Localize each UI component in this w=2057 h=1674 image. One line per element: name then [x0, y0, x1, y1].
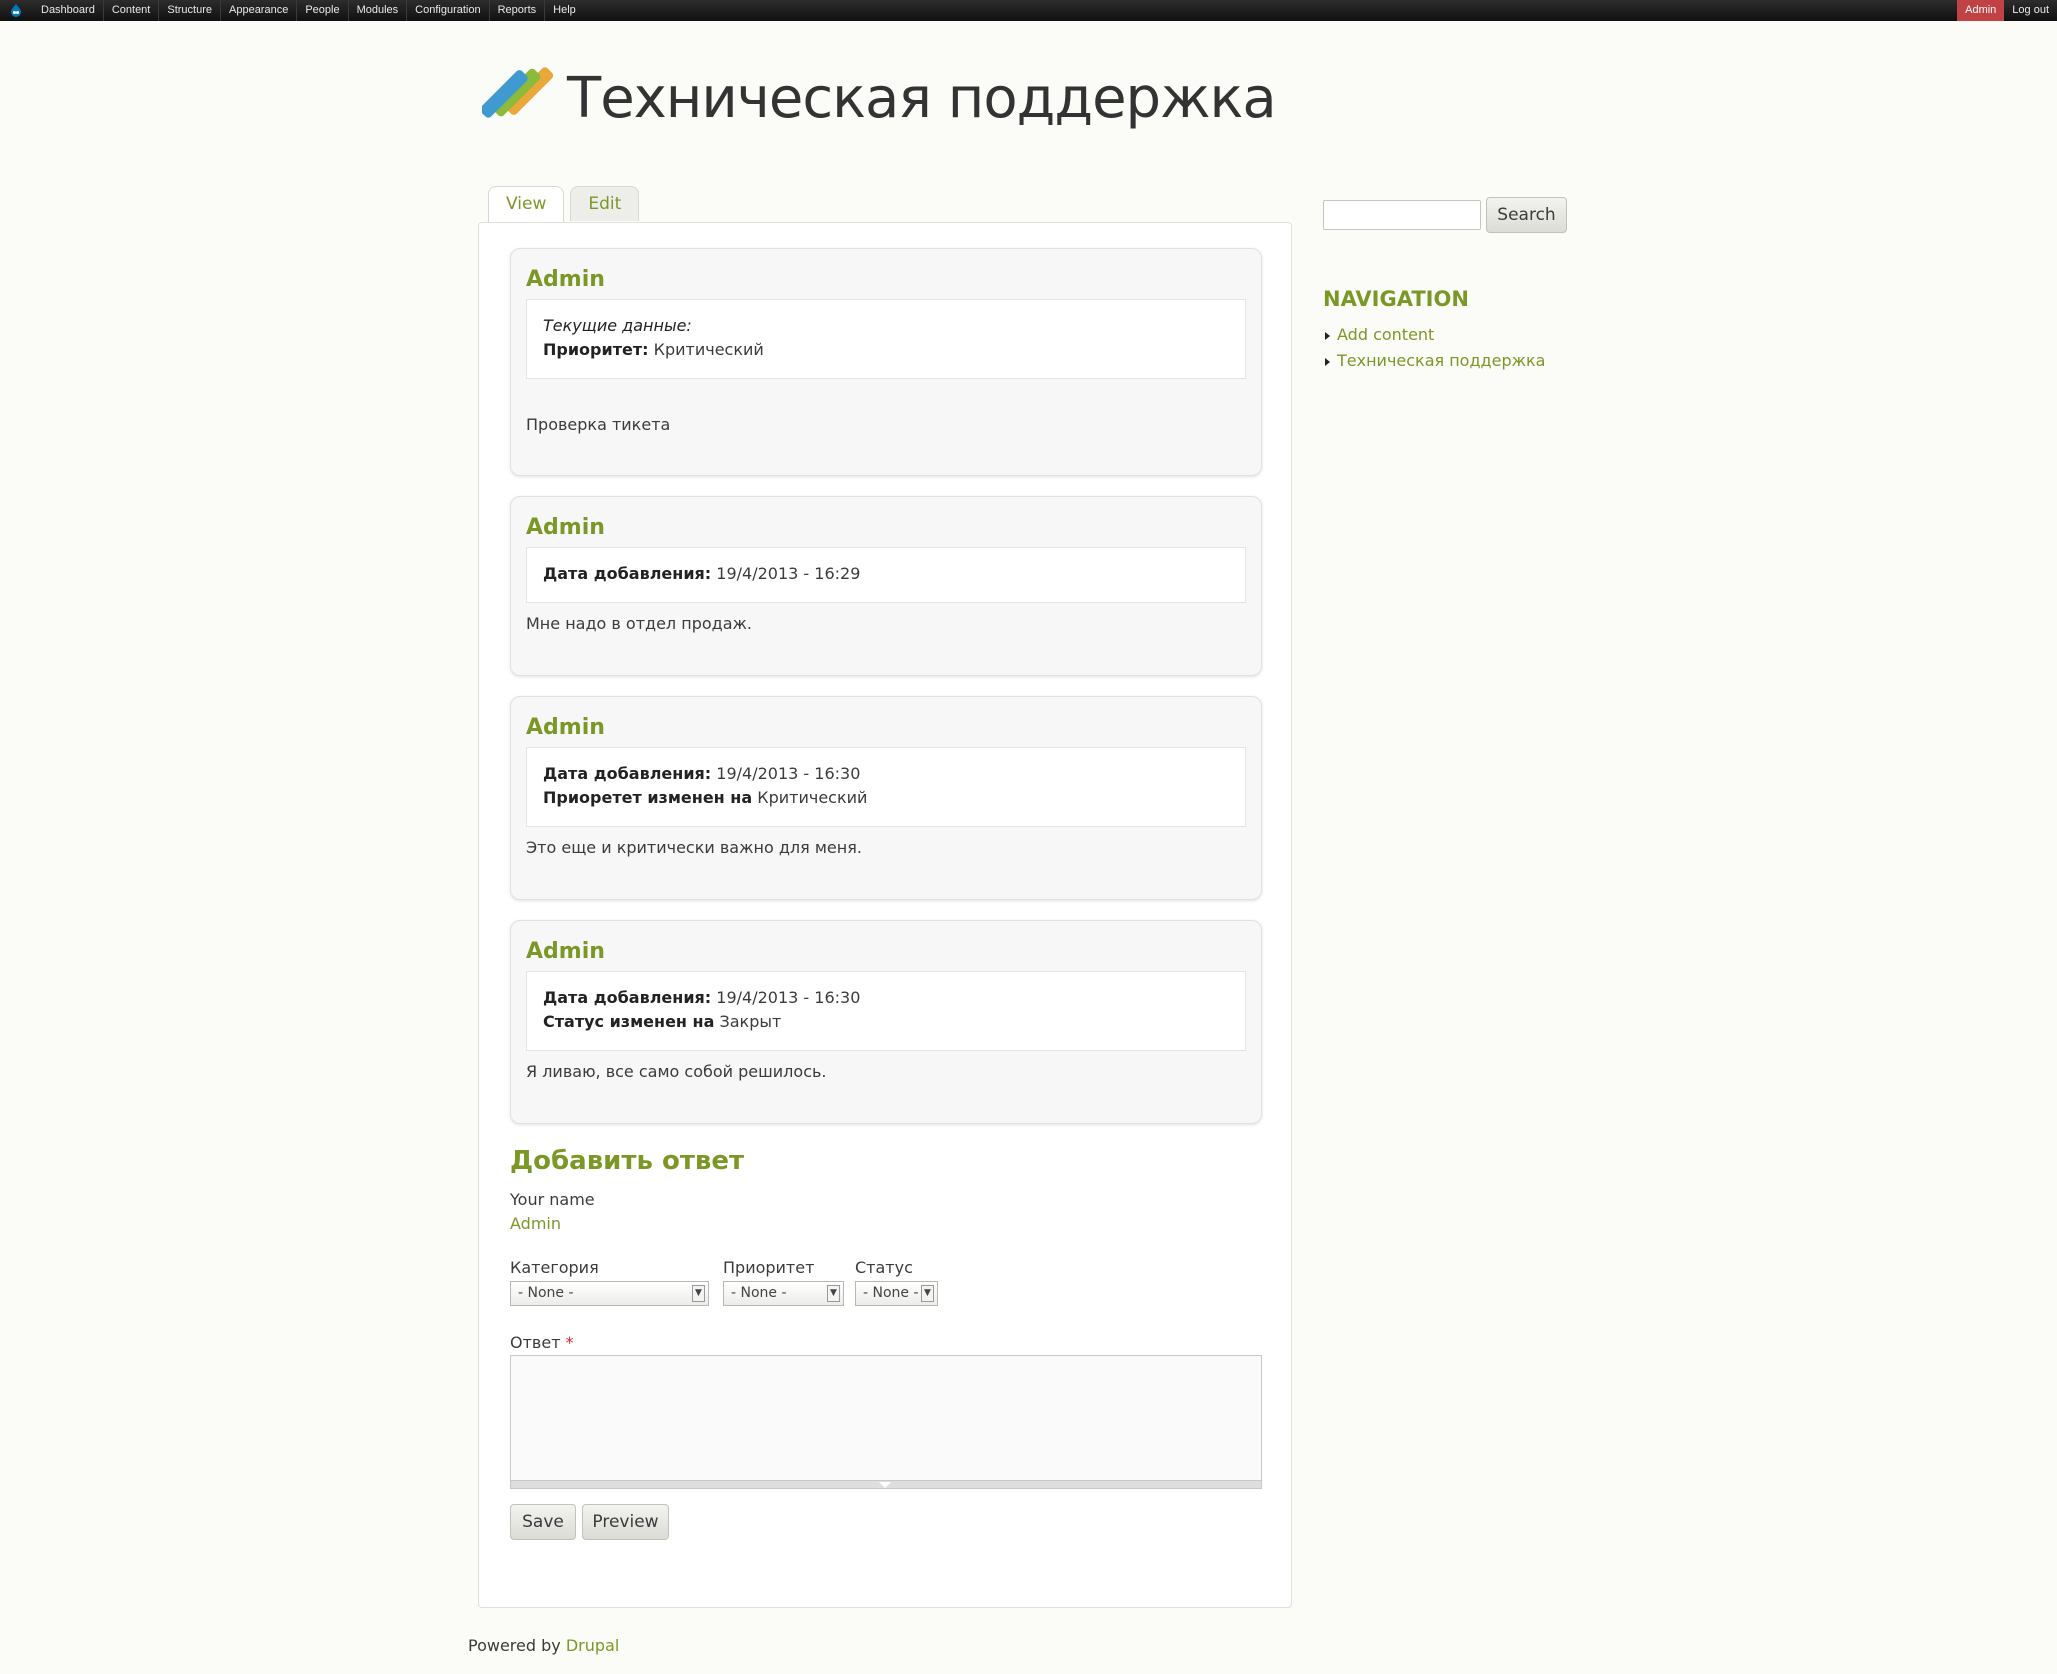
comment-author[interactable]: Admin	[526, 267, 605, 292]
comment: Admin Дата добавления: 19/4/2013 - 16:30…	[510, 920, 1262, 1124]
grip-arrow-icon	[879, 1482, 891, 1488]
chevron-down-icon: ▼	[692, 1285, 705, 1302]
priority-label: Приоритет	[723, 1258, 815, 1277]
priority-selected: - None -	[731, 1285, 787, 1301]
answer-textarea[interactable]	[510, 1355, 1262, 1489]
meta-date-label: Дата добавления:	[543, 564, 712, 583]
toolbar-logout-link[interactable]: Log out	[2004, 0, 2057, 21]
footer: Powered by Drupal	[468, 1636, 619, 1655]
comment-body: Проверка тикета	[526, 415, 671, 434]
nav-item-support: Техническая поддержка	[1323, 348, 1545, 374]
navigation-menu: Add content Техническая поддержка	[1323, 322, 1545, 374]
comment-author[interactable]: Admin	[526, 939, 605, 964]
chevron-down-icon: ▼	[827, 1285, 840, 1302]
navigation-title: NAVIGATION	[1323, 287, 1469, 311]
comment-meta: Дата добавления: 19/4/2013 - 16:30 Стату…	[526, 971, 1246, 1051]
meta-change-label: Приоретет изменен на	[543, 788, 753, 807]
comment-body: Я ливаю, все само собой решилось.	[526, 1062, 827, 1081]
nav-link-add-content[interactable]: Add content	[1337, 325, 1434, 344]
category-selected: - None -	[518, 1285, 574, 1301]
comment: Admin Дата добавления: 19/4/2013 - 16:30…	[510, 696, 1262, 900]
category-label: Категория	[510, 1258, 599, 1277]
toolbar-dashboard-link[interactable]: Dashboard	[33, 0, 104, 21]
admin-menu: Dashboard Content Structure Appearance P…	[33, 0, 584, 21]
meta-date-value: 19/4/2013 - 16:30	[716, 764, 861, 783]
toolbar-configuration-link[interactable]: Configuration	[407, 0, 490, 21]
search-button[interactable]: Search	[1486, 197, 1567, 233]
reply-form-title: Добавить ответ	[510, 1146, 745, 1176]
site-logo-icon[interactable]	[482, 63, 554, 139]
tab-edit[interactable]: Edit	[570, 186, 640, 221]
footer-drupal-link[interactable]: Drupal	[566, 1636, 619, 1655]
status-select[interactable]: - None - ▼	[855, 1281, 938, 1306]
comment-meta: Текущие данные: Приоритет: Критический	[526, 299, 1246, 379]
meta-change-value: Закрыт	[719, 1012, 782, 1031]
answer-label-text: Ответ	[510, 1333, 561, 1352]
drupal-home-icon[interactable]	[8, 2, 24, 18]
meta-label: Приоритет:	[543, 340, 649, 359]
comment-meta: Дата добавления: 19/4/2013 - 16:29	[526, 547, 1246, 603]
toolbar-people-link[interactable]: People	[297, 0, 349, 21]
comment-meta: Дата добавления: 19/4/2013 - 16:30 Приор…	[526, 747, 1246, 827]
comment: Admin Дата добавления: 19/4/2013 - 16:29…	[510, 496, 1262, 676]
status-selected: - None -	[863, 1285, 919, 1301]
meta-heading: Текущие данные:	[543, 316, 692, 335]
toolbar-structure-link[interactable]: Structure	[159, 0, 221, 21]
meta-value: Критический	[653, 340, 764, 359]
toolbar-modules-link[interactable]: Modules	[349, 0, 408, 21]
nav-item-add-content: Add content	[1323, 322, 1545, 348]
toolbar-content-link[interactable]: Content	[104, 0, 160, 21]
your-name-label: Your name	[510, 1190, 595, 1209]
priority-select[interactable]: - None - ▼	[723, 1281, 844, 1306]
required-marker: *	[565, 1333, 574, 1352]
local-tabs: View Edit	[488, 186, 640, 223]
site-name[interactable]: Техническая поддержка	[567, 66, 1277, 131]
footer-prefix: Powered by	[468, 1636, 561, 1655]
status-label: Статус	[855, 1258, 913, 1277]
textarea-resize-grip[interactable]	[510, 1480, 1262, 1489]
toolbar-help-link[interactable]: Help	[545, 0, 584, 21]
comment-author[interactable]: Admin	[526, 715, 605, 740]
search-input[interactable]	[1323, 200, 1481, 230]
toolbar-reports-link[interactable]: Reports	[490, 0, 546, 21]
toolbar-appearance-link[interactable]: Appearance	[221, 0, 298, 21]
nav-link-support[interactable]: Техническая поддержка	[1337, 351, 1545, 370]
meta-date-value: 19/4/2013 - 16:29	[716, 564, 861, 583]
answer-label: Ответ *	[510, 1333, 574, 1352]
comment-body: Это еще и критически важно для меня.	[526, 838, 862, 857]
preview-button[interactable]: Preview	[582, 1504, 669, 1540]
meta-date-label: Дата добавления:	[543, 988, 712, 1007]
tab-view[interactable]: View	[488, 186, 565, 223]
comment-body: Мне надо в отдел продаж.	[526, 614, 753, 633]
admin-toolbar: Dashboard Content Structure Appearance P…	[0, 0, 2057, 21]
save-button[interactable]: Save	[510, 1504, 576, 1540]
chevron-down-icon: ▼	[921, 1285, 934, 1302]
meta-change-label: Статус изменен на	[543, 1012, 715, 1031]
category-select[interactable]: - None - ▼	[510, 1281, 709, 1306]
comment-author[interactable]: Admin	[526, 515, 605, 540]
comment: Admin Текущие данные: Приоритет: Критиче…	[510, 248, 1262, 476]
meta-date-value: 19/4/2013 - 16:30	[716, 988, 861, 1007]
your-name-value[interactable]: Admin	[510, 1214, 561, 1233]
toolbar-user-menu: Admin Log out	[1957, 0, 2057, 21]
meta-date-label: Дата добавления:	[543, 764, 712, 783]
toolbar-user-link[interactable]: Admin	[1957, 0, 2005, 21]
meta-change-value: Критический	[757, 788, 868, 807]
